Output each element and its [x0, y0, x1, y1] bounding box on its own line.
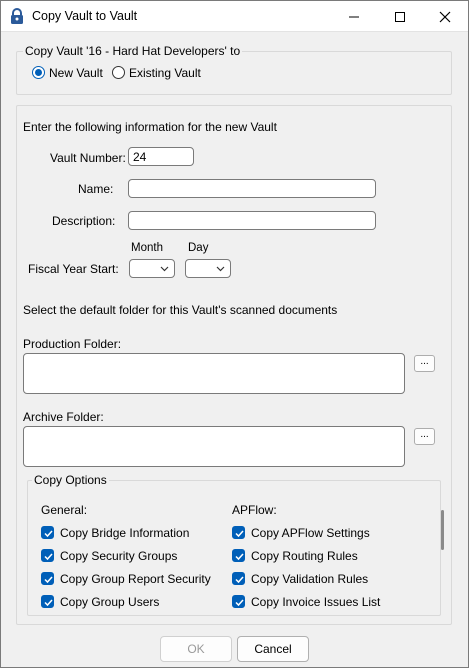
ok-button[interactable]: OK: [160, 636, 232, 662]
copy-group-users-checkbox[interactable]: [41, 595, 54, 608]
vault-number-input[interactable]: 24: [128, 147, 194, 166]
copy-routing-rules-checkbox[interactable]: [232, 549, 245, 562]
copy-invoice-issues-checkbox[interactable]: [232, 595, 245, 608]
existing-vault-label[interactable]: Existing Vault: [129, 66, 201, 80]
new-vault-radio[interactable]: [32, 66, 45, 79]
copy-bridge-checkbox[interactable]: [41, 526, 54, 539]
copy-target-legend: Copy Vault '16 - Hard Hat Developers' to: [23, 44, 243, 58]
production-folder-label: Production Folder:: [23, 337, 122, 351]
copy-routing-rules-label[interactable]: Copy Routing Rules: [251, 549, 358, 563]
archive-folder-input[interactable]: [23, 426, 405, 467]
copy-security-groups-label[interactable]: Copy Security Groups: [60, 549, 177, 563]
archive-folder-label: Archive Folder:: [23, 410, 104, 424]
day-select[interactable]: [185, 259, 231, 278]
copy-apflow-settings-checkbox[interactable]: [232, 526, 245, 539]
minimize-button[interactable]: [331, 1, 377, 32]
description-label: Description:: [52, 214, 116, 228]
dialog-window: Copy Vault to Vault Copy Vault '16 - Har…: [0, 0, 469, 668]
checkmark-icon: [44, 530, 53, 538]
month-select[interactable]: [129, 259, 175, 278]
vault-number-label: Vault Number:: [50, 151, 126, 165]
folder-heading: Select the default folder for this Vault…: [23, 303, 338, 317]
cancel-button[interactable]: Cancel: [237, 636, 309, 662]
copy-options-group: Copy Options General: APFlow: Copy Bridg…: [27, 473, 444, 616]
apflow-heading: APFlow:: [232, 503, 277, 517]
copy-validation-rules-label[interactable]: Copy Validation Rules: [251, 572, 368, 586]
month-label: Month: [131, 242, 163, 254]
copy-group-report-security-checkbox[interactable]: [41, 572, 54, 585]
copy-options-legend: Copy Options: [32, 473, 109, 487]
vault-info-group: Enter the following information for the …: [16, 105, 452, 625]
archive-browse-button[interactable]: ...: [414, 428, 435, 445]
maximize-icon: [395, 11, 405, 22]
maximize-button[interactable]: [377, 1, 423, 32]
copy-target-group: Copy Vault '16 - Hard Hat Developers' to…: [16, 44, 452, 95]
checkmark-icon: [44, 599, 53, 607]
checkmark-icon: [235, 553, 244, 561]
padlock-icon: [10, 8, 24, 25]
checkmark-icon: [235, 599, 244, 607]
copy-apflow-settings-label[interactable]: Copy APFlow Settings: [251, 526, 370, 540]
chevron-down-icon: [160, 266, 169, 272]
chevron-down-icon: [216, 266, 225, 272]
checkmark-icon: [235, 576, 244, 584]
close-icon: [439, 11, 451, 22]
copy-bridge-label[interactable]: Copy Bridge Information: [60, 526, 189, 540]
copy-invoice-issues-label[interactable]: Copy Invoice Issues List: [251, 595, 380, 609]
copy-group-users-label[interactable]: Copy Group Users: [60, 595, 159, 609]
new-vault-label[interactable]: New Vault: [49, 66, 103, 80]
window-title: Copy Vault to Vault: [32, 9, 138, 23]
copy-group-report-security-label[interactable]: Copy Group Report Security: [60, 572, 211, 586]
general-heading: General:: [41, 503, 88, 517]
close-button[interactable]: [422, 1, 468, 32]
day-label: Day: [188, 242, 209, 254]
existing-vault-radio[interactable]: [112, 66, 125, 79]
minimize-icon: [349, 16, 359, 17]
fiscal-year-label: Fiscal Year Start:: [28, 262, 119, 276]
name-input[interactable]: [128, 179, 376, 198]
name-label: Name:: [78, 182, 114, 196]
info-heading: Enter the following information for the …: [23, 120, 277, 134]
copy-security-groups-checkbox[interactable]: [41, 549, 54, 562]
checkmark-icon: [235, 530, 244, 538]
production-browse-button[interactable]: ...: [414, 355, 435, 372]
copy-options-scrollbar[interactable]: [441, 510, 444, 550]
production-folder-input[interactable]: [23, 353, 405, 394]
description-input[interactable]: [128, 211, 376, 230]
checkmark-icon: [44, 576, 53, 584]
copy-validation-rules-checkbox[interactable]: [232, 572, 245, 585]
title-bar[interactable]: Copy Vault to Vault: [1, 1, 468, 32]
checkmark-icon: [44, 553, 53, 561]
